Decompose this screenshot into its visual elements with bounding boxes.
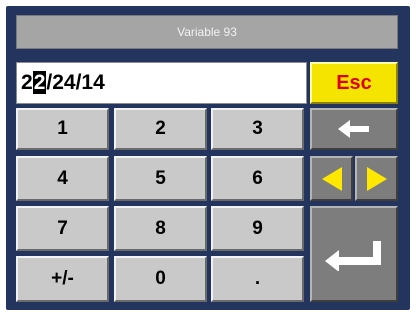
dialog-title: Variable 93 [16,15,398,49]
decimal-point-button[interactable]: . [211,256,304,302]
left-arrow-icon [336,118,372,140]
enter-button[interactable] [310,206,398,302]
key-9-button[interactable]: 9 [211,206,304,251]
key-7-button[interactable]: 7 [16,206,109,251]
key-3-button[interactable]: 3 [211,108,304,150]
backspace-button[interactable] [310,108,398,150]
key-2-button[interactable]: 2 [114,108,207,150]
value-text-after-cursor: /24/14 [46,71,105,94]
key-6-button[interactable]: 6 [211,156,304,201]
cursor-right-button[interactable] [355,156,398,201]
key-0-button[interactable]: 0 [114,256,207,302]
triangle-right-icon [364,164,390,194]
value-display[interactable]: 22/24/14 [16,62,307,104]
triangle-left-icon [319,164,345,194]
plus-minus-button[interactable]: +/- [16,256,109,302]
key-5-button[interactable]: 5 [114,156,207,201]
cursor-left-button[interactable] [310,156,353,201]
enter-icon [323,237,385,271]
key-4-button[interactable]: 4 [16,156,109,201]
value-text-before-cursor: 2 [21,71,33,94]
cursor-character: 2 [32,71,47,94]
escape-button[interactable]: Esc [310,62,398,104]
key-1-button[interactable]: 1 [16,108,109,150]
keypad-dialog: Variable 93 22/24/14 Esc 1 2 3 4 5 6 7 8… [6,6,410,310]
key-8-button[interactable]: 8 [114,206,207,251]
